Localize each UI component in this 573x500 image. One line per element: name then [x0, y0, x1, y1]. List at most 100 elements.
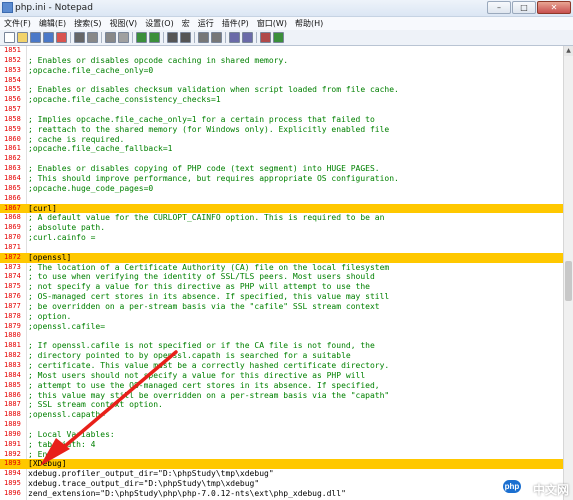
- code-line: 1896 zend_extension="D:\phpStudy\php\php-…: [0, 489, 563, 499]
- toolbar-separator: [256, 32, 257, 43]
- menu-item[interactable]: 插件(P): [218, 17, 253, 30]
- code-line: 1895 xdebug.trace_output_dir="D:\phpStudy…: [0, 479, 563, 489]
- zoom-out-icon[interactable]: [211, 32, 222, 43]
- line-text: ; If openssl.cafile is not specified or …: [28, 341, 375, 351]
- line-number: 1888: [4, 410, 21, 419]
- line-text: ; The location of a Certificate Authorit…: [28, 262, 390, 272]
- editor-panel[interactable]: 1851 1852 ; Enables or disables opcode cac…: [0, 46, 563, 500]
- copy-icon[interactable]: [105, 32, 116, 43]
- indent-icon[interactable]: [242, 32, 253, 43]
- find-icon[interactable]: [167, 32, 178, 43]
- macro-icon[interactable]: [260, 32, 271, 43]
- line-text: xdebug.trace_output_dir="D:\phpStudy\tmp…: [28, 479, 260, 489]
- code-line: 1875 ; not specify a value for this direc…: [0, 282, 563, 292]
- code-line: 1852 ; Enables or disables opcode caching…: [0, 56, 563, 66]
- vertical-scrollbar[interactable]: ▲: [563, 46, 573, 500]
- save-all-icon[interactable]: [43, 32, 54, 43]
- title-bar: php.ini - Notepad – □ ✕: [0, 0, 573, 17]
- line-number: 1857: [4, 105, 21, 114]
- menu-item[interactable]: 搜索(S): [70, 17, 105, 30]
- line-number: 1860: [4, 134, 21, 143]
- menu-item[interactable]: 运行: [194, 17, 218, 30]
- word-wrap-icon[interactable]: [229, 32, 240, 43]
- toolbar: [0, 30, 573, 46]
- code-line: 1881 ; If openssl.cafile is not specified…: [0, 341, 563, 351]
- code-line: 1879 ;openssl.cafile=: [0, 322, 563, 332]
- line-number: 1879: [4, 321, 21, 330]
- line-text: ; to use when verifying the identity of …: [28, 272, 375, 282]
- line-text: ; absolute path.: [28, 223, 106, 233]
- line-text: ; option.: [28, 311, 72, 321]
- close-file-icon[interactable]: [56, 32, 67, 43]
- code-line: 1882 ; directory pointed to by openssl.ca…: [0, 351, 563, 361]
- line-text: ;openssl.capath=: [28, 410, 106, 420]
- menu-item[interactable]: 设置(O): [141, 17, 178, 30]
- save-icon[interactable]: [30, 32, 41, 43]
- new-file-icon[interactable]: [4, 32, 15, 43]
- line-number: 1854: [4, 75, 21, 84]
- code-line: 1884 ; Most users should not specify a va…: [0, 371, 563, 381]
- window-title: php.ini - Notepad: [15, 3, 93, 13]
- line-text: ;openssl.cafile=: [28, 321, 106, 331]
- code-line: 1863 ; Enables or disables copying of PHP…: [0, 164, 563, 174]
- scroll-thumb[interactable]: [565, 261, 572, 301]
- line-number: 1880: [4, 331, 21, 340]
- line-number: 1873: [4, 262, 21, 271]
- line-number: 1855: [4, 85, 21, 94]
- line-number: 1867: [4, 203, 21, 212]
- menu-item[interactable]: 文件(F): [0, 17, 35, 30]
- line-number: 1862: [4, 154, 21, 163]
- watermark-text: 中文网: [532, 483, 569, 497]
- line-text: ;curl.cainfo =: [28, 233, 96, 243]
- open-file-icon[interactable]: [17, 32, 28, 43]
- code-line: 1865 ;opcache.huge_code_pages=0: [0, 184, 563, 194]
- line-text: ; be overridden on a per-stream basis vi…: [28, 301, 380, 311]
- line-text: ; certificate. This value must be a corr…: [28, 361, 390, 370]
- line-number: 1887: [4, 400, 21, 409]
- menu-item[interactable]: 编辑(E): [35, 17, 70, 30]
- code-line: 1861 ;opcache.file_cache_fallback=1: [0, 144, 563, 154]
- line-text: zend_extension="D:\phpStudy\php\php-7.0.…: [28, 488, 346, 498]
- paste-icon[interactable]: [118, 32, 129, 43]
- line-text: ;opcache.file_cache_consistency_checks=1: [28, 95, 221, 105]
- code-line: 1871: [0, 243, 563, 253]
- code-line: 1860 ; cache is required.: [0, 135, 563, 145]
- menu-item[interactable]: 视图(V): [105, 17, 141, 30]
- code-line: 1885 ; attempt to use the OS-managed cert…: [0, 381, 563, 391]
- close-button[interactable]: ✕: [537, 1, 571, 14]
- code-line: 1880: [0, 331, 563, 341]
- line-number: 1874: [4, 272, 21, 281]
- line-number: 1870: [4, 233, 21, 242]
- code-line: 1887 ; SSL stream context option.: [0, 400, 563, 410]
- menu-item[interactable]: 帮助(H): [291, 17, 327, 30]
- code-line: 1877 ; be overridden on a per-stream basi…: [0, 302, 563, 312]
- line-number: 1885: [4, 380, 21, 389]
- replace-icon[interactable]: [180, 32, 191, 43]
- print-icon[interactable]: [74, 32, 85, 43]
- line-text: ; attempt to use the OS-managed cert sto…: [28, 380, 380, 390]
- toolbar-separator: [163, 32, 164, 43]
- maximize-button[interactable]: □: [512, 1, 536, 14]
- code-line: 1870 ;curl.cainfo =: [0, 233, 563, 243]
- toolbar-separator: [225, 32, 226, 43]
- line-number: 1863: [4, 164, 21, 173]
- menu-item[interactable]: 窗口(W): [253, 17, 291, 30]
- cut-icon[interactable]: [87, 32, 98, 43]
- line-text: ; End:: [28, 449, 57, 459]
- scroll-up-arrow-icon[interactable]: ▲: [564, 46, 573, 56]
- code-line: 1853 ;opcache.file_cache_only=0: [0, 66, 563, 76]
- undo-icon[interactable]: [136, 32, 147, 43]
- zoom-in-icon[interactable]: [198, 32, 209, 43]
- line-number: 1886: [4, 390, 21, 399]
- watermark-logo: php: [503, 480, 521, 493]
- play-icon[interactable]: [273, 32, 284, 43]
- menu-item[interactable]: 宏: [178, 17, 194, 30]
- minimize-button[interactable]: –: [487, 1, 511, 14]
- code-line: 1886 ; this value may still be overridden…: [0, 391, 563, 401]
- line-number: 1872: [4, 252, 21, 261]
- toolbar-separator: [132, 32, 133, 43]
- code-line: 1869 ; absolute path.: [0, 223, 563, 233]
- code-line: 1859 ; reattach to the shared memory (for…: [0, 125, 563, 135]
- code-line: 1855 ; Enables or disables checksum valid…: [0, 85, 563, 95]
- redo-icon[interactable]: [149, 32, 160, 43]
